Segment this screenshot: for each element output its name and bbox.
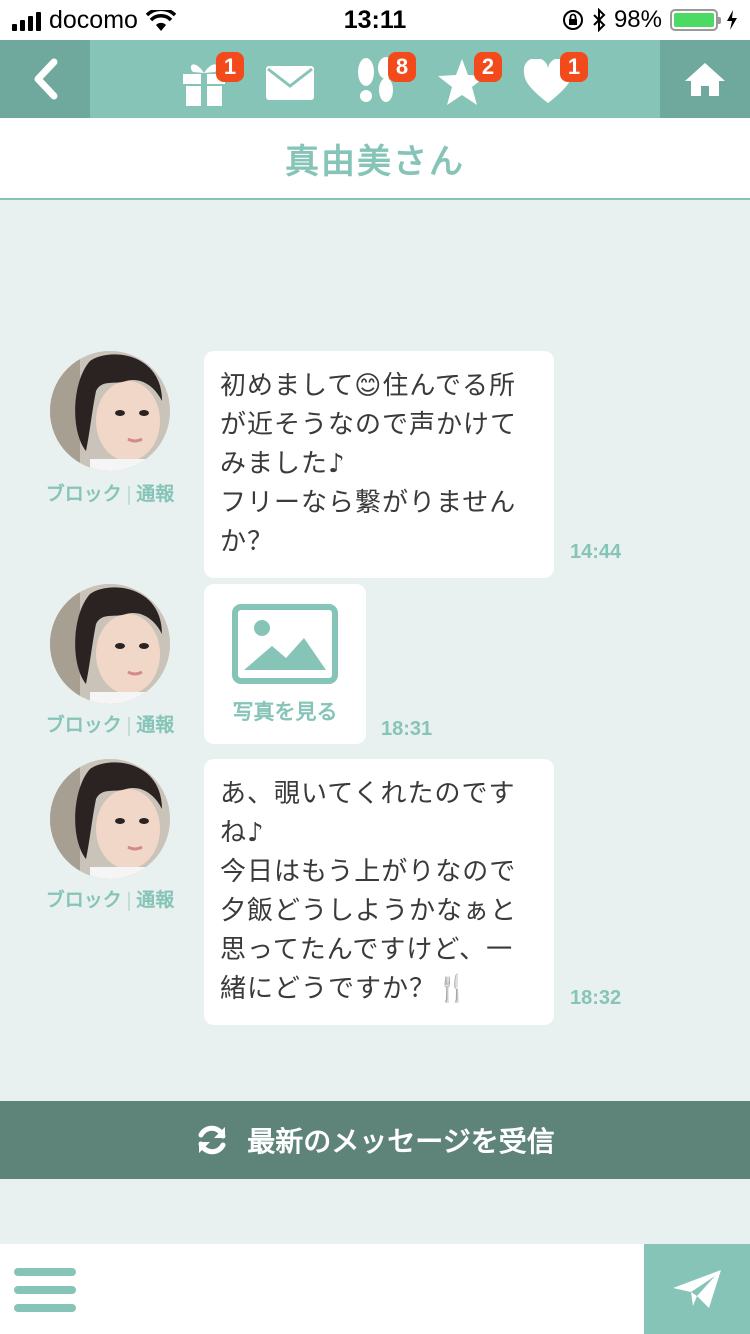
message-time: 14:44 [570,541,622,563]
status-bar: docomo 13:11 98% [0,0,750,40]
heart-badge: 1 [560,52,588,82]
charging-icon [727,10,737,30]
refresh-label: 最新のメッセージを受信 [247,1125,555,1158]
message-bubble: あ、覗いてくれたのです ね♪ 今日はもう上がりなので 夕飯どうしようかなぁと 思… [204,759,554,1025]
gift-badge: 1 [216,52,244,82]
message-time: 18:31 [381,718,433,740]
conversation-header: 真由美さん [0,118,750,200]
gift-nav-button[interactable]: 1 [176,52,244,110]
star-badge: 2 [474,52,502,82]
block-link[interactable]: ブロック [46,889,122,911]
send-button[interactable] [644,1244,750,1334]
refresh-messages-button[interactable]: 最新のメッセージを受信 [0,1101,750,1179]
status-right: 98% [562,6,738,34]
avatar-actions: ブロック | 通報 [45,889,175,911]
mail-icon [266,66,314,100]
message-bubble: 初めまして😊住んでる所 が近そうなので声かけて みました♪ フリーなら繋がりませ… [204,351,554,578]
message-input[interactable] [96,1254,626,1324]
report-link[interactable]: 通報 [136,889,174,911]
page-title: 真由美さん [285,141,465,182]
report-link[interactable]: 通報 [136,714,174,736]
report-link[interactable]: 通報 [136,483,174,505]
home-button[interactable] [660,40,750,118]
avatar[interactable] [50,351,170,471]
chevron-left-icon [34,58,58,100]
menu-icon-bar [14,1304,76,1312]
top-nav: 1 8 2 1 [0,40,750,118]
orientation-lock-icon [562,10,583,30]
battery-icon [670,9,721,31]
avatar-photo [50,351,170,471]
menu-icon-bar [14,1286,76,1294]
footprints-badge: 8 [388,52,416,82]
refresh-icon [198,1125,226,1155]
avatar-actions: ブロック | 通報 [45,714,175,736]
avatar-photo [50,584,170,704]
image-icon [232,604,338,684]
avatar[interactable] [50,759,170,879]
favorite-nav-button[interactable]: 2 [434,52,502,110]
home-icon [685,63,725,96]
back-button[interactable] [0,40,90,118]
avatar[interactable] [50,584,170,704]
avatar-photo [50,759,170,879]
mail-nav-button[interactable] [262,54,318,110]
composer-bar [0,1244,750,1334]
bluetooth-icon [593,8,606,32]
battery-percent: 98% [613,6,662,33]
menu-button[interactable] [14,1268,76,1312]
menu-icon [14,1268,76,1276]
photo-message[interactable]: 写真を見る [204,584,366,744]
block-link[interactable]: ブロック [46,483,122,505]
view-photo-label: 写真を見る [232,700,338,724]
block-link[interactable]: ブロック [46,714,122,736]
footprints-nav-button[interactable]: 8 [348,52,416,110]
send-icon [673,1270,721,1308]
avatar-actions: ブロック | 通報 [45,483,175,505]
message-time: 18:32 [570,987,622,1009]
like-nav-button[interactable]: 1 [520,52,588,110]
